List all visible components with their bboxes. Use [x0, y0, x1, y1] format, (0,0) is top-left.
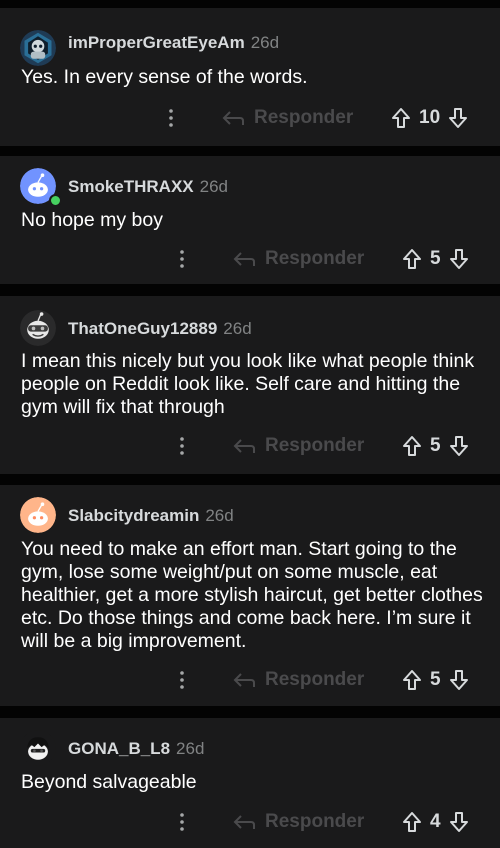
vote-score: 10	[419, 107, 441, 128]
reply-arrow-icon	[233, 673, 255, 687]
vote-controls: 5	[402, 244, 469, 274]
reply-label: Responder	[254, 107, 354, 128]
comment-body: I mean this nicely but you look like wha…	[21, 350, 475, 418]
gray-snoo-avatar-icon[interactable]	[20, 310, 56, 346]
vote-score: 5	[430, 435, 441, 456]
comment-actions: Responder 4	[0, 807, 500, 837]
author-name[interactable]: GONA_B_L8	[68, 739, 170, 758]
upvote-arrow-icon[interactable]	[402, 435, 422, 457]
comment-body: You need to make an effort man. Start go…	[21, 538, 483, 652]
vote-score: 5	[430, 669, 441, 690]
dark-blue-hexagon-avatar-icon[interactable]	[20, 30, 56, 66]
reply-arrow-icon	[233, 815, 255, 829]
comment-meta: ThatOneGuy12889 26d	[68, 319, 252, 339]
vote-controls: 10	[391, 103, 468, 133]
author-name[interactable]: Slabcitydreamin	[68, 506, 199, 525]
comment-actions: Responder 10	[0, 103, 500, 133]
reply-button[interactable]: Responder	[233, 665, 364, 695]
comment-age: 26d	[223, 319, 252, 338]
author-name[interactable]: ThatOneGuy12889	[68, 319, 217, 338]
vote-controls: 4	[402, 807, 469, 837]
more-options-icon[interactable]	[172, 665, 192, 695]
upvote-arrow-icon[interactable]	[402, 669, 422, 691]
comment-card: ThatOneGuy12889 26d I mean this nicely bu…	[0, 296, 500, 474]
upvote-arrow-icon[interactable]	[402, 811, 422, 833]
downvote-arrow-icon[interactable]	[449, 811, 469, 833]
comment-meta: SmokeTHRAXX 26d	[68, 177, 228, 197]
comment-actions: Responder 5	[0, 244, 500, 274]
comment-actions: Responder 5	[0, 665, 500, 695]
vote-score: 4	[430, 811, 441, 832]
comment-card: Slabcitydreamin 26d You need to make an e…	[0, 485, 500, 706]
reply-button[interactable]: Responder	[222, 103, 353, 133]
reply-arrow-icon	[222, 111, 244, 125]
reply-label: Responder	[265, 811, 365, 832]
comment-card: GONA_B_L8 26d Beyond salvageable Responde…	[0, 718, 500, 848]
reply-label: Responder	[265, 669, 365, 690]
comment-meta: Slabcitydreamin 26d	[68, 506, 234, 526]
vote-score: 5	[430, 248, 441, 269]
comment-meta: imProperGreatEyeAm 26d	[68, 33, 279, 53]
downvote-arrow-icon[interactable]	[449, 435, 469, 457]
comment-card: SmokeTHRAXX 26d No hope my boy Responder …	[0, 156, 500, 284]
comment-actions: Responder 5	[0, 431, 500, 461]
downvote-arrow-icon[interactable]	[449, 248, 469, 270]
author-name[interactable]: imProperGreatEyeAm	[68, 33, 245, 52]
reply-button[interactable]: Responder	[233, 807, 364, 837]
reply-arrow-icon	[233, 439, 255, 453]
vote-controls: 5	[402, 431, 469, 461]
reply-button[interactable]: Responder	[233, 244, 364, 274]
orange-snoo-avatar-icon[interactable]	[20, 497, 56, 533]
downvote-arrow-icon[interactable]	[449, 669, 469, 691]
more-options-icon[interactable]	[161, 103, 181, 133]
black-hair-snoo-avatar-icon[interactable]	[20, 730, 56, 766]
comment-age: 26d	[250, 33, 280, 52]
comment-age: 26d	[205, 506, 234, 525]
comment-age: 26d	[176, 739, 205, 758]
comment-meta: GONA_B_L8 26d	[68, 739, 204, 759]
comment-body: Yes. In every sense of the words.	[21, 66, 308, 88]
more-options-icon[interactable]	[172, 807, 192, 837]
reply-label: Responder	[265, 248, 365, 269]
comment-feed: imProperGreatEyeAm 26d Yes. In every sens…	[0, 0, 500, 848]
comment-body: Beyond salvageable	[21, 771, 197, 793]
reply-button[interactable]: Responder	[233, 431, 364, 461]
upvote-arrow-icon[interactable]	[391, 107, 411, 129]
vote-controls: 5	[402, 665, 469, 695]
online-status-badge	[49, 194, 62, 207]
upvote-arrow-icon[interactable]	[402, 248, 422, 270]
comment-card: imProperGreatEyeAm 26d Yes. In every sens…	[0, 8, 500, 146]
reply-arrow-icon	[233, 252, 255, 266]
downvote-arrow-icon[interactable]	[448, 107, 468, 129]
reply-label: Responder	[265, 435, 365, 456]
comment-age: 26d	[199, 177, 229, 196]
author-name[interactable]: SmokeTHRAXX	[68, 177, 194, 196]
more-options-icon[interactable]	[172, 244, 192, 274]
more-options-icon[interactable]	[172, 431, 192, 461]
comment-body: No hope my boy	[21, 209, 163, 231]
